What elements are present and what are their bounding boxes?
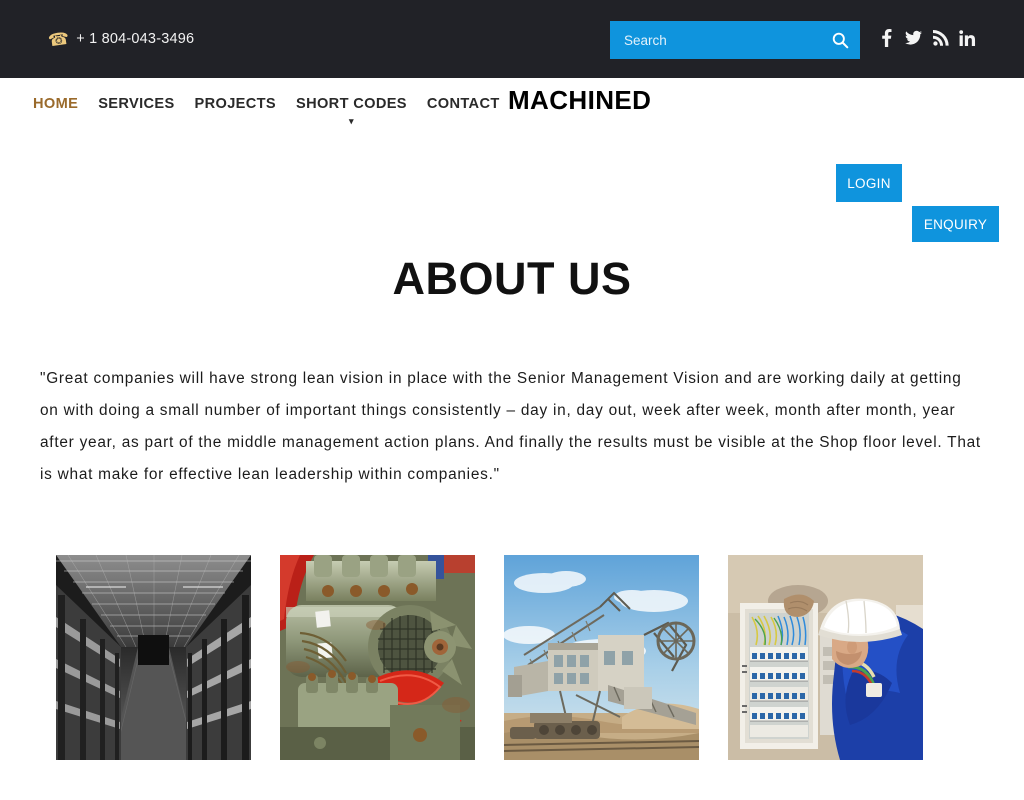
facebook-icon[interactable] [878, 28, 895, 48]
search-input[interactable] [610, 32, 820, 48]
phone-number: + 1 804-043-3496 [76, 31, 195, 47]
top-bar: ☎ + 1 804-043-3496 [0, 0, 1024, 78]
electrician-panel-image [728, 555, 923, 760]
enquiry-button[interactable]: ENQUIRY [912, 206, 999, 242]
page-title: ABOUT US [392, 253, 632, 304]
twitter-icon[interactable] [905, 28, 922, 48]
login-button[interactable]: LOGIN [836, 164, 902, 202]
nav-item-home-label: HOME [33, 96, 79, 112]
phone-block: ☎ + 1 804-043-3496 [46, 28, 195, 50]
nav-item-short-codes[interactable]: SHORT CODES ▾ [286, 93, 417, 126]
linkedin-icon[interactable] [959, 28, 976, 48]
search-bar[interactable] [610, 21, 860, 59]
search-icon [832, 32, 849, 49]
site-logo[interactable]: MACHINED [508, 85, 651, 116]
image-gallery [40, 555, 984, 760]
warehouse-shelving-aisle-image [56, 555, 251, 760]
page-content: ABOUT US "Great companies will have stro… [0, 256, 1024, 760]
nav-item-projects[interactable]: PROJECTS [185, 93, 286, 115]
bucket-wheel-excavator-image [504, 555, 699, 760]
nav-item-contact[interactable]: CONTACT [417, 93, 510, 115]
nav-item-projects-label: PROJECTS [194, 96, 276, 112]
nav-item-contact-label: CONTACT [426, 96, 500, 112]
nav-item-services-label: SERVICES [98, 96, 175, 112]
nav-item-home[interactable]: HOME [33, 93, 88, 115]
chevron-down-icon[interactable]: ▾ [349, 115, 354, 127]
gallery-item-electrician-panel[interactable] [728, 555, 923, 760]
gallery-item-bucket-wheel-excavator[interactable] [504, 555, 699, 760]
nav-bar: HOME SERVICES PROJECTS SHORT CODES ▾ CON… [0, 78, 1024, 242]
social-links [878, 28, 976, 48]
rss-icon[interactable] [932, 28, 949, 48]
nav-item-services[interactable]: SERVICES [88, 93, 184, 115]
diesel-engine-image [280, 555, 475, 760]
about-paragraph: "Great companies will have strong lean v… [40, 370, 981, 483]
phone-icon: ☎ [46, 28, 71, 50]
search-submit-button[interactable] [820, 21, 860, 59]
gallery-item-warehouse-shelving-aisle[interactable] [56, 555, 251, 760]
main-navigation: HOME SERVICES PROJECTS SHORT CODES ▾ CON… [33, 93, 510, 126]
gallery-item-diesel-engine[interactable] [280, 555, 475, 760]
nav-item-short-codes-label: SHORT CODES [296, 96, 407, 112]
